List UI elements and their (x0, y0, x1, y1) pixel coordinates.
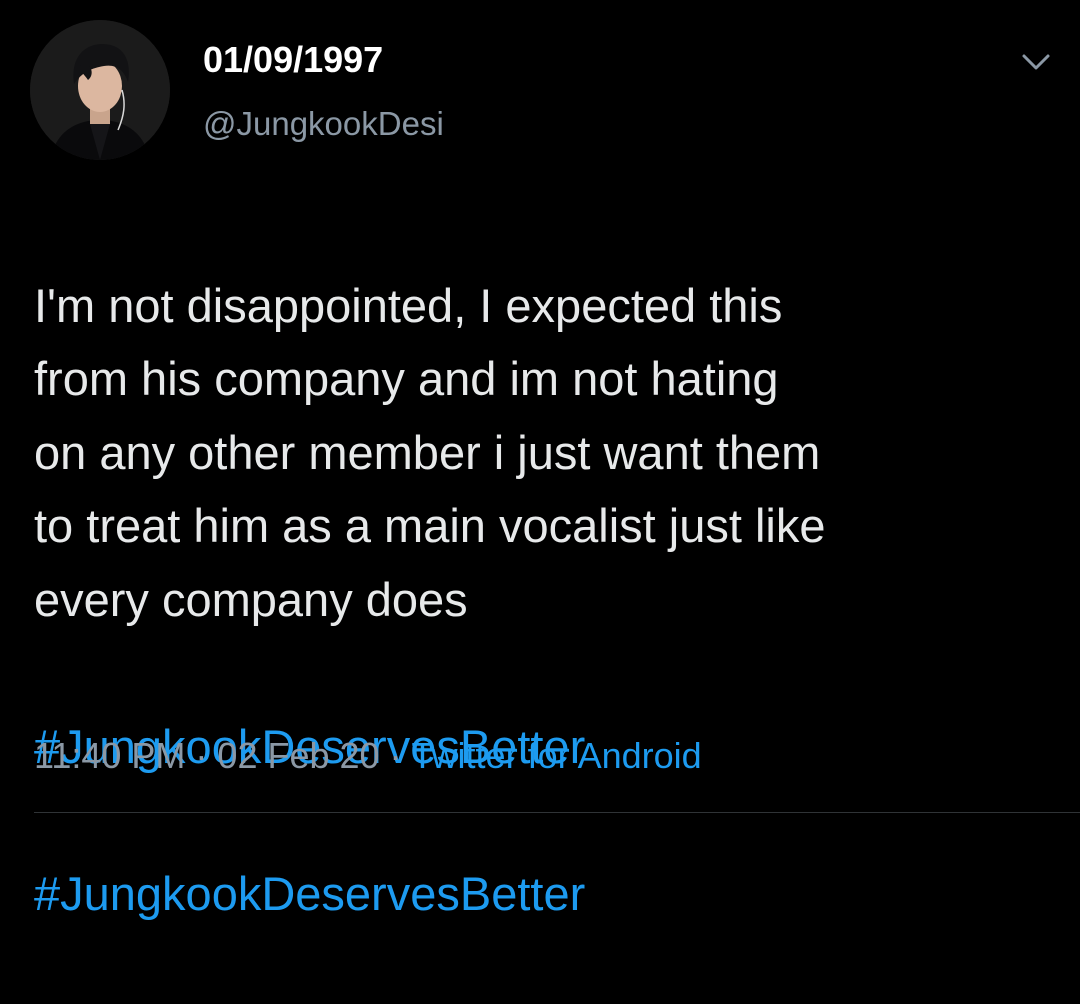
avatar[interactable] (30, 20, 170, 160)
avatar-image (30, 20, 170, 160)
hashtag-link[interactable]: #JungkookDeservesBetter (34, 857, 1054, 931)
tweet: 01/09/1997 @JungkookDesi I'm not disappo… (0, 0, 1080, 920)
meta-separator: · (195, 735, 208, 776)
chevron-down-icon[interactable] (1016, 46, 1056, 76)
username-handle[interactable]: @JungkookDesi (203, 102, 444, 146)
meta-separator: · (389, 735, 402, 776)
tweet-body: I'm not disappointed, I expected this fr… (34, 195, 1054, 1004)
divider (34, 812, 1080, 813)
display-name[interactable]: 01/09/1997 (203, 38, 383, 82)
tweet-source-link[interactable]: Twitter for Android (412, 735, 702, 776)
tweet-time: 11:40 PM (34, 735, 186, 776)
tweet-date: 02 Feb 20 (217, 735, 380, 776)
tweet-text: I'm not disappointed, I expected this fr… (34, 278, 826, 626)
tweet-meta: 11:40 PM · 02 Feb 20 · Twitter for Android (34, 734, 702, 778)
